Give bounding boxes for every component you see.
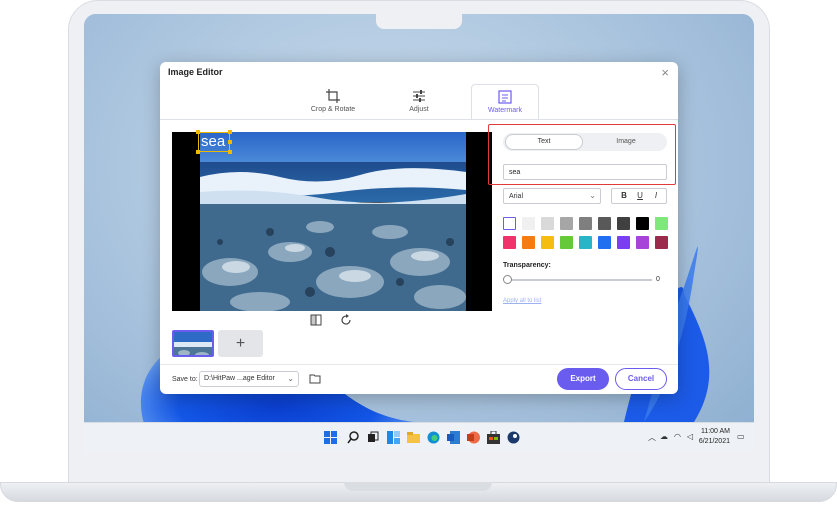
- resize-handle[interactable]: [228, 140, 232, 144]
- notifications-icon[interactable]: ▭: [737, 432, 745, 441]
- add-image-button[interactable]: +: [218, 330, 263, 357]
- file-explorer-icon[interactable]: [407, 431, 420, 444]
- color-swatch[interactable]: [560, 217, 573, 230]
- chevron-down-icon: ⌄: [589, 191, 596, 200]
- watermark-icon: [498, 90, 512, 104]
- watermark-selection-box[interactable]: [198, 132, 230, 152]
- resize-handle[interactable]: [196, 130, 200, 134]
- color-swatch[interactable]: [598, 236, 611, 249]
- highlight-box: [488, 124, 676, 185]
- crop-icon: [326, 89, 340, 103]
- font-family-select[interactable]: Arial ⌄: [503, 188, 601, 204]
- save-path-value: D:\HitPaw ...age Editor: [204, 375, 275, 382]
- resize-handle[interactable]: [196, 150, 200, 154]
- task-view-icon[interactable]: [367, 431, 380, 444]
- color-swatch[interactable]: [617, 236, 630, 249]
- image-thumbnail[interactable]: [172, 330, 214, 357]
- laptop-hinge-notch: [344, 482, 492, 491]
- clock-time: 11:00 AM: [700, 428, 730, 435]
- footer-divider: [160, 364, 678, 365]
- tab-label: Adjust: [409, 106, 429, 113]
- font-family-value: Arial: [509, 193, 524, 200]
- resize-handle[interactable]: [228, 150, 232, 154]
- color-swatch[interactable]: [560, 236, 573, 249]
- taskbar-clock[interactable]: 11:00 AM 6/21/2021: [699, 427, 730, 447]
- clock-date: 6/21/2021: [698, 438, 730, 445]
- windows-start-icon[interactable]: [324, 431, 337, 444]
- volume-icon[interactable]: ◁: [687, 432, 693, 441]
- color-swatch[interactable]: [503, 217, 516, 230]
- color-swatch[interactable]: [655, 236, 668, 249]
- edge-browser-icon[interactable]: [427, 431, 440, 444]
- search-icon[interactable]: [347, 431, 360, 444]
- resize-handle[interactable]: [228, 130, 232, 134]
- widgets-icon[interactable]: [387, 431, 400, 444]
- color-swatch[interactable]: [579, 236, 592, 249]
- color-swatch[interactable]: [655, 217, 668, 230]
- color-swatch[interactable]: [636, 217, 649, 230]
- tab-watermark[interactable]: Watermark: [471, 84, 539, 120]
- steam-icon[interactable]: [507, 431, 520, 444]
- transparency-slider-track[interactable]: [508, 279, 652, 281]
- transparency-value: 0: [656, 276, 660, 283]
- bold-button[interactable]: B: [618, 191, 630, 200]
- wifi-icon[interactable]: ◠: [674, 432, 681, 441]
- save-to-label: Save to:: [172, 376, 198, 383]
- close-icon[interactable]: ×: [661, 65, 669, 80]
- preview-image: [200, 132, 466, 311]
- export-button[interactable]: Export: [557, 368, 609, 390]
- italic-button[interactable]: I: [650, 191, 662, 200]
- tab-divider: [160, 119, 678, 120]
- tab-crop-rotate[interactable]: Crop & Rotate: [299, 84, 367, 120]
- tab-label: Watermark: [488, 107, 522, 114]
- color-swatch[interactable]: [636, 236, 649, 249]
- powerpoint-icon[interactable]: [467, 431, 480, 444]
- chevron-up-icon[interactable]: ︿: [648, 432, 656, 443]
- cloud-icon[interactable]: ☁: [660, 432, 668, 441]
- tab-label: Crop & Rotate: [310, 106, 356, 113]
- color-swatch[interactable]: [522, 217, 535, 230]
- sliders-icon: [413, 90, 425, 102]
- chevron-down-icon: ⌄: [287, 374, 294, 383]
- apply-all-link[interactable]: Apply all to list: [503, 298, 541, 304]
- color-swatch[interactable]: [579, 217, 592, 230]
- underline-button[interactable]: U: [634, 191, 646, 200]
- taskbar: ︿ ☁ ◠ ◁ 11:00 AM 6/21/2021 ▭: [84, 422, 754, 452]
- camera-notch: [376, 13, 462, 29]
- color-swatch[interactable]: [598, 217, 611, 230]
- tab-adjust[interactable]: Adjust: [385, 84, 453, 120]
- word-icon[interactable]: [447, 431, 460, 444]
- rotate-icon[interactable]: [340, 314, 352, 326]
- cancel-button[interactable]: Cancel: [615, 368, 667, 390]
- save-path-select[interactable]: D:\HitPaw ...age Editor ⌄: [199, 371, 299, 387]
- text-format-group: B U I: [611, 188, 667, 204]
- color-swatch[interactable]: [541, 217, 554, 230]
- color-swatch[interactable]: [617, 217, 630, 230]
- dialog-title: Image Editor: [168, 67, 223, 77]
- flip-icon[interactable]: [310, 314, 322, 326]
- transparency-slider-thumb[interactable]: [503, 275, 512, 284]
- color-swatch[interactable]: [503, 236, 516, 249]
- store-icon[interactable]: [487, 430, 500, 444]
- image-editor-dialog: Image Editor × Crop & Rotate Adjust Wate…: [160, 62, 678, 394]
- transparency-label: Transparency:: [503, 262, 551, 269]
- color-swatch[interactable]: [541, 236, 554, 249]
- color-swatch[interactable]: [522, 236, 535, 249]
- folder-icon[interactable]: [309, 373, 321, 384]
